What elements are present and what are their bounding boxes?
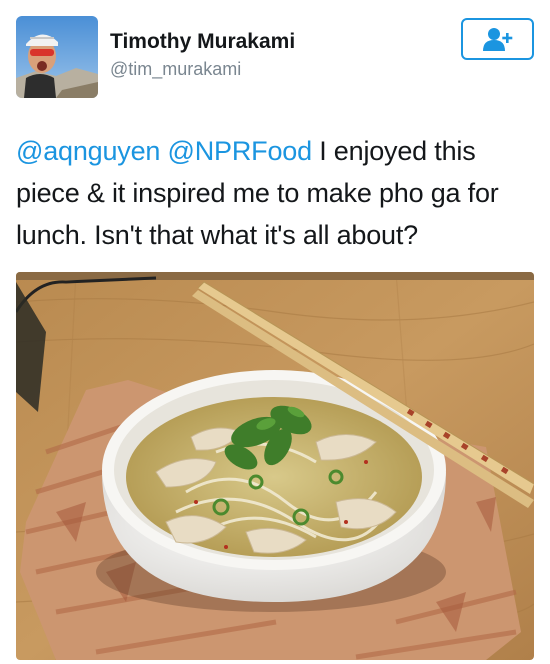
pho-bowl-photo xyxy=(16,272,534,660)
mention-link[interactable]: @NPRFood xyxy=(168,136,313,166)
avatar[interactable] xyxy=(16,16,98,98)
tweet-text: @aqnguyen @NPRFood I enjoyed this piece … xyxy=(16,130,541,256)
mention-link[interactable]: @aqnguyen xyxy=(16,136,160,166)
avatar-image xyxy=(16,16,98,98)
user-handle[interactable]: @tim_murakami xyxy=(110,59,241,80)
tweet-photo[interactable] xyxy=(16,272,534,660)
follow-button[interactable] xyxy=(461,18,534,60)
user-display-name[interactable]: Timothy Murakami xyxy=(110,30,295,54)
add-user-icon xyxy=(482,28,512,51)
